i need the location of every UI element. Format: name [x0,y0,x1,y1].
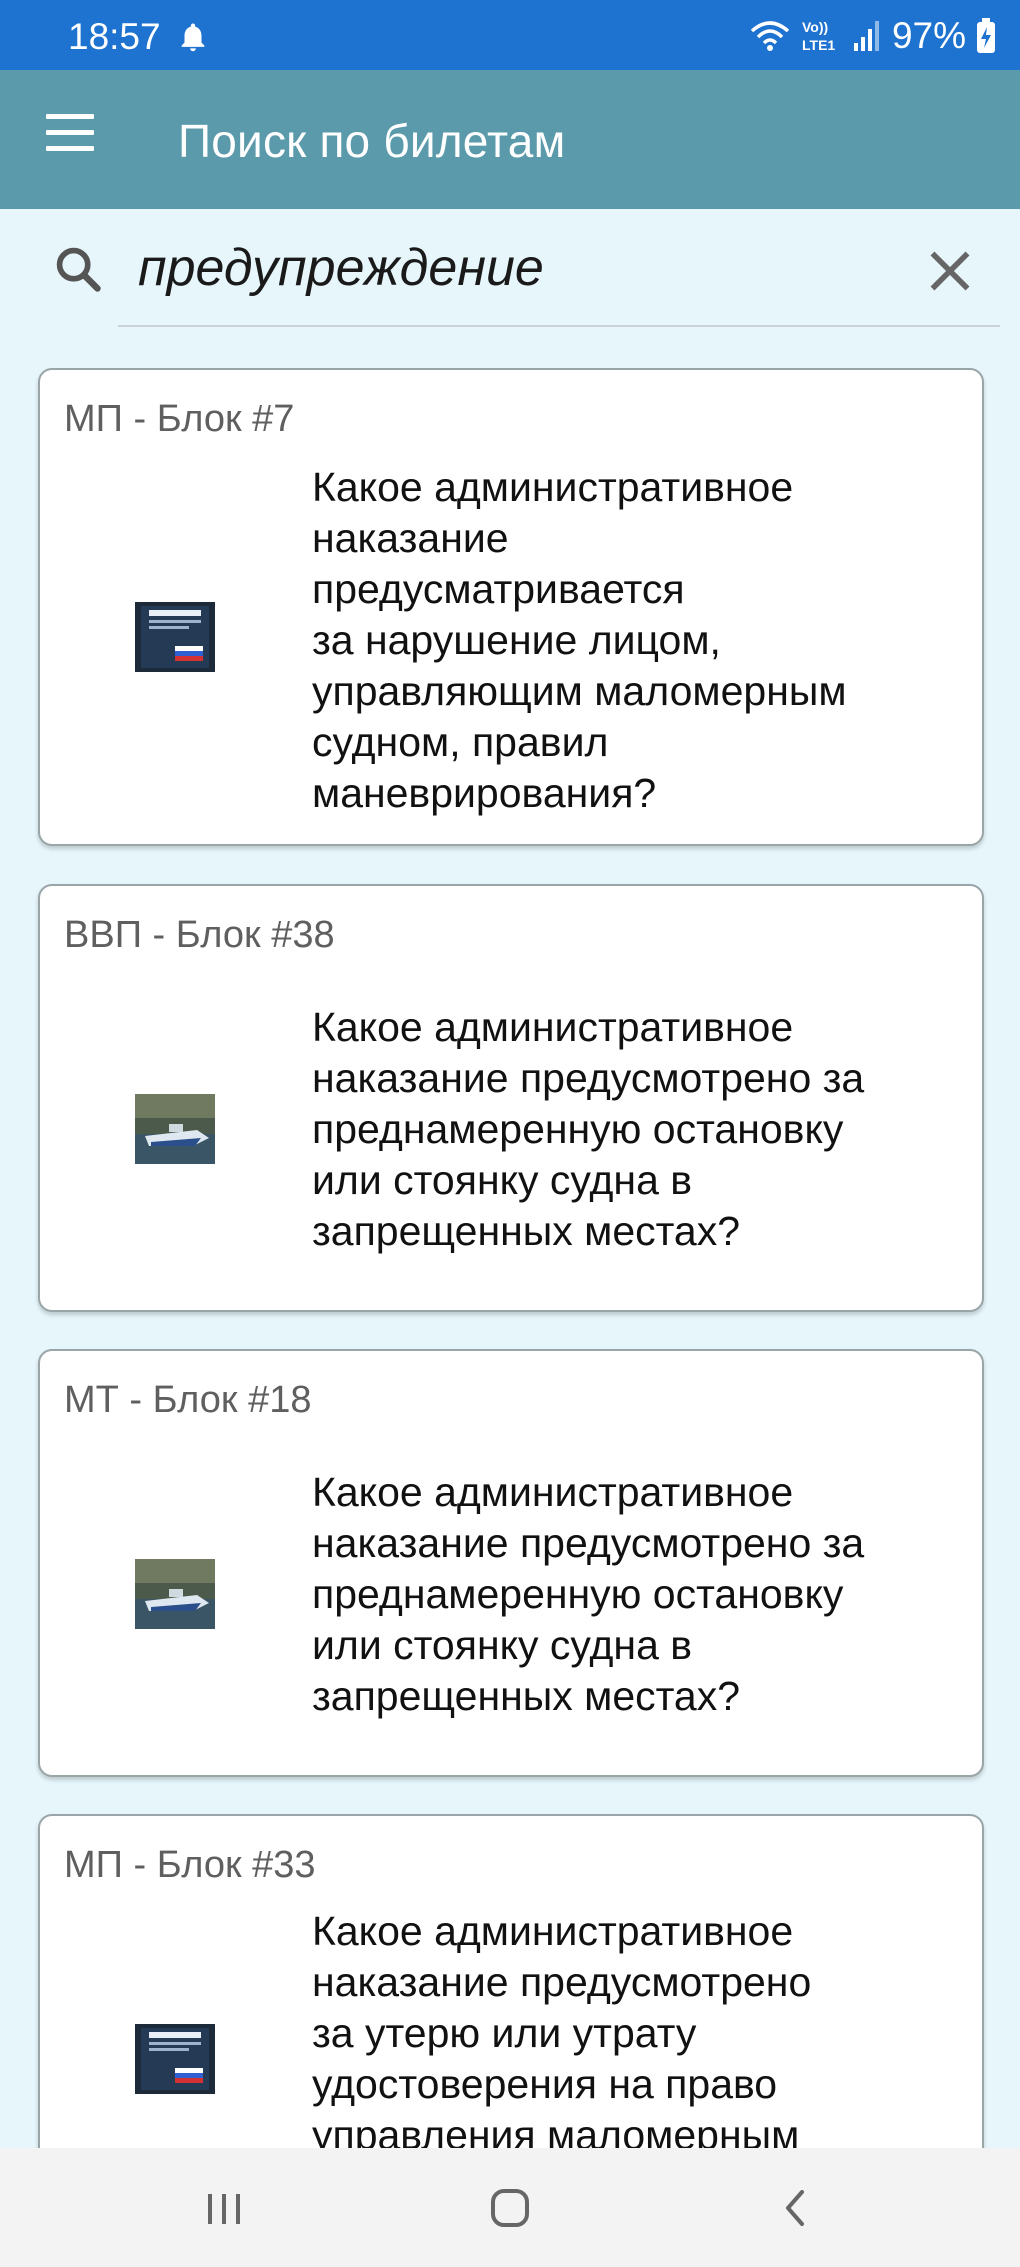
status-bar: 18:57 Vo)) LTE1 97% [0,0,1020,70]
card-block-label: МП - Блок #7 [64,398,295,440]
recent-apps-icon[interactable] [184,2176,264,2240]
wifi-icon [750,21,790,51]
card-question: Какое административное наказание предусм… [312,464,847,816]
result-card[interactable]: МТ - Блок #18 Какое административное нак… [38,1349,984,1777]
code-book-image [135,602,215,672]
motorboat-image [135,1559,215,1629]
code-book-image [135,2024,215,2094]
result-card[interactable]: ВВП - Блок #38 Какое административное на… [38,884,984,1312]
card-question: Какое административное наказание предусм… [312,1004,865,1254]
search-input[interactable] [120,229,938,307]
card-block-label: ВВП - Блок #38 [64,914,335,956]
system-nav-bar [0,2148,1020,2267]
svg-text:LTE1: LTE1 [802,37,835,53]
card-block-label: МТ - Блок #18 [64,1379,312,1421]
search-bar [0,209,1020,339]
volte-lte-icon: Vo)) LTE1 [802,19,835,53]
search-icon [56,247,101,292]
back-icon[interactable] [756,2176,836,2240]
close-icon[interactable] [920,241,980,301]
battery-charging-icon [977,18,995,53]
status-indicators: Vo)) LTE1 97% [750,14,996,58]
search-underline [118,325,1000,327]
card-question: Какое административное наказание предусм… [312,1908,812,2158]
battery-percent: 97% [891,15,966,56]
bell-icon [181,23,205,52]
signal-icon [853,21,879,51]
page-title: Поиск по билетам [178,115,566,167]
hamburger-menu-icon[interactable] [36,114,106,166]
card-block-label: МП - Блок #33 [64,1844,316,1886]
svg-text:Vo)): Vo)) [802,19,828,35]
motorboat-image [135,1094,215,1164]
home-icon[interactable] [470,2176,550,2240]
card-question: Какое административное наказание предусм… [312,1469,865,1719]
app-bar: Поиск по билетам [0,70,1020,209]
status-time: 18:57 [68,16,161,57]
result-card[interactable]: МП - Блок #7 Какое административное нака… [38,368,984,846]
